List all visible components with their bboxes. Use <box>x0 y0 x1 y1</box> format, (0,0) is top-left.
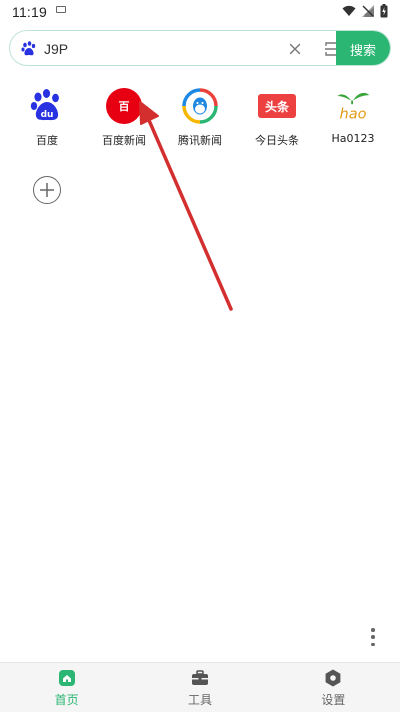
shortcut-label: 百度新闻 <box>102 134 146 147</box>
status-bar: 11:19 <box>0 0 400 24</box>
search-input[interactable] <box>44 37 274 61</box>
shortcut-label: 腾讯新闻 <box>178 134 222 147</box>
baidu-news-icon: 百 <box>104 86 144 126</box>
battery-charging-icon <box>380 4 388 18</box>
keyboard-icon <box>56 6 66 13</box>
toutiao-icon-text: 头条 <box>265 99 290 114</box>
baidu-paw-icon[interactable] <box>20 40 38 58</box>
hao123-icon: hao <box>333 86 373 126</box>
toolbox-icon <box>191 669 208 685</box>
wifi-icon <box>342 5 356 16</box>
nav-tools-label: 工具 <box>187 692 212 707</box>
search-button[interactable]: 搜索 <box>336 31 390 65</box>
nav-settings-label: 设置 <box>321 692 346 707</box>
shortcut-baidu[interactable]: du 百度 <box>12 86 82 148</box>
toutiao-icon: 头条 <box>257 86 297 126</box>
more-menu-icon[interactable] <box>370 628 376 646</box>
search-bar: 搜索 <box>9 30 391 66</box>
shortcut-tencent-news[interactable]: 腾讯新闻 <box>165 86 235 148</box>
baidu-news-icon-text: 百 <box>119 100 130 113</box>
status-icons <box>342 4 388 18</box>
nav-home[interactable]: 首页 <box>0 663 133 712</box>
home-icon <box>58 669 75 686</box>
shortcut-baidu-news[interactable]: 百 百度新闻 <box>89 86 159 148</box>
nav-home-label: 首页 <box>54 692 79 707</box>
tencent-news-icon <box>180 86 220 126</box>
shortcut-label: Ha0123 <box>331 132 375 145</box>
signal-icon <box>362 5 374 17</box>
shortcut-toutiao[interactable]: 头条 今日头条 <box>242 86 312 148</box>
shortcut-label: 今日头条 <box>255 134 299 147</box>
settings-icon <box>325 669 341 686</box>
hao123-icon-text: hao <box>339 107 366 123</box>
bottom-nav: 首页 工具 设置 <box>0 662 400 712</box>
plus-icon <box>40 183 54 197</box>
shortcut-label: 百度 <box>36 134 58 147</box>
baidu-logo-icon: du <box>27 86 67 126</box>
add-shortcut-button[interactable] <box>33 176 61 204</box>
clear-icon[interactable] <box>286 40 304 58</box>
nav-tools[interactable]: 工具 <box>133 663 266 712</box>
svg-text:du: du <box>41 110 54 120</box>
shortcut-hao123[interactable]: hao Ha0123 <box>318 86 388 145</box>
status-time: 11:19 <box>12 4 47 20</box>
nav-settings[interactable]: 设置 <box>267 663 400 712</box>
